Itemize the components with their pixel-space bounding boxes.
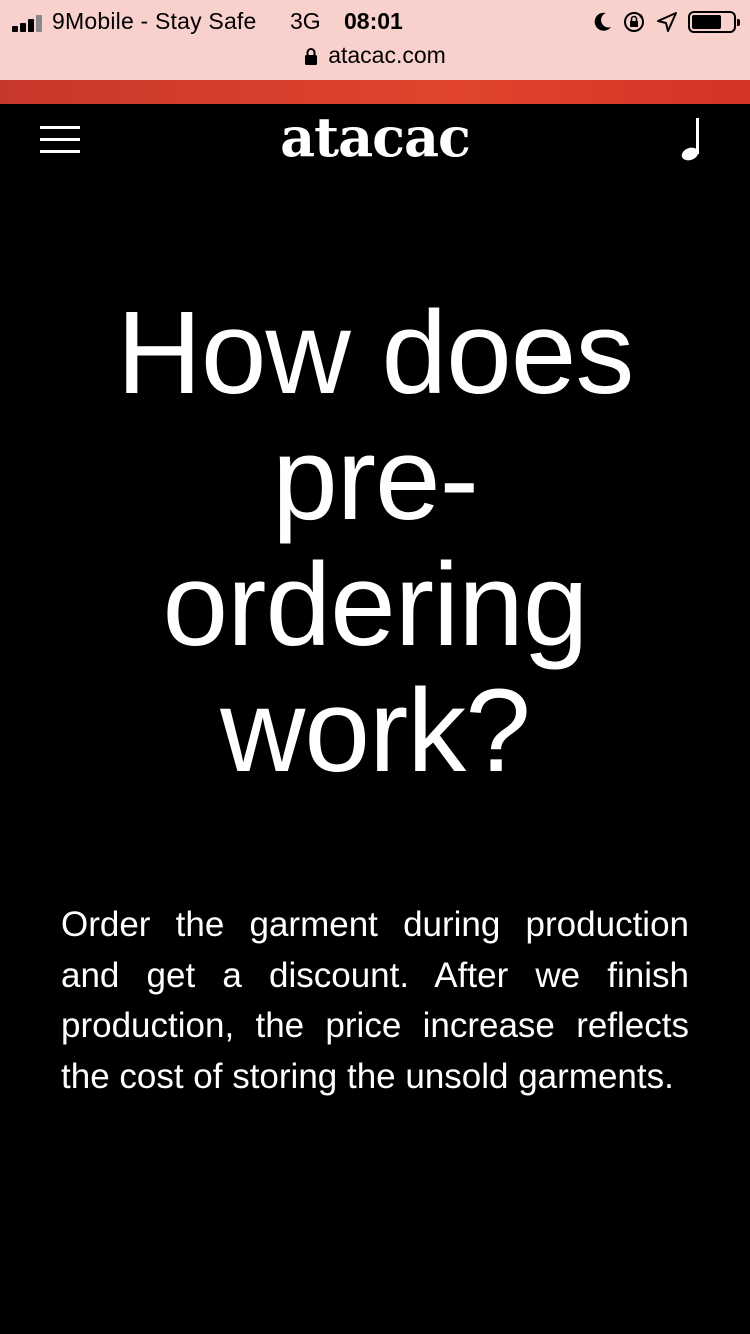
location-icon <box>657 12 677 32</box>
url-text[interactable]: atacac.com <box>328 42 446 69</box>
site-header: atacac <box>0 104 750 174</box>
status-icons <box>594 8 740 36</box>
signal-icon <box>12 14 46 32</box>
hamburger-menu-icon[interactable] <box>40 126 80 154</box>
body-paragraph: Order the garment during production and … <box>61 905 689 1096</box>
music-note-icon[interactable] <box>678 116 704 162</box>
lock-icon <box>305 48 318 65</box>
network-type: 3G <box>290 8 321 34</box>
status-row: 9Mobile - Stay Safe 3G 08:01 <box>0 6 750 36</box>
site-logo[interactable]: atacac <box>0 104 750 170</box>
battery-icon <box>688 11 740 33</box>
page-headline: How does pre-ordering work? <box>116 287 635 797</box>
clock: 08:01 <box>344 8 403 34</box>
carrier-name: 9Mobile - Stay Safe <box>52 8 257 34</box>
battery-fill <box>692 15 721 29</box>
address-bar[interactable]: atacac.com <box>0 40 750 70</box>
rotation-lock-icon <box>624 12 644 32</box>
moon-icon <box>594 12 611 31</box>
status-bar: 9Mobile - Stay Safe 3G 08:01 atacac.com <box>0 0 750 80</box>
page-load-progress-bar <box>0 80 750 104</box>
